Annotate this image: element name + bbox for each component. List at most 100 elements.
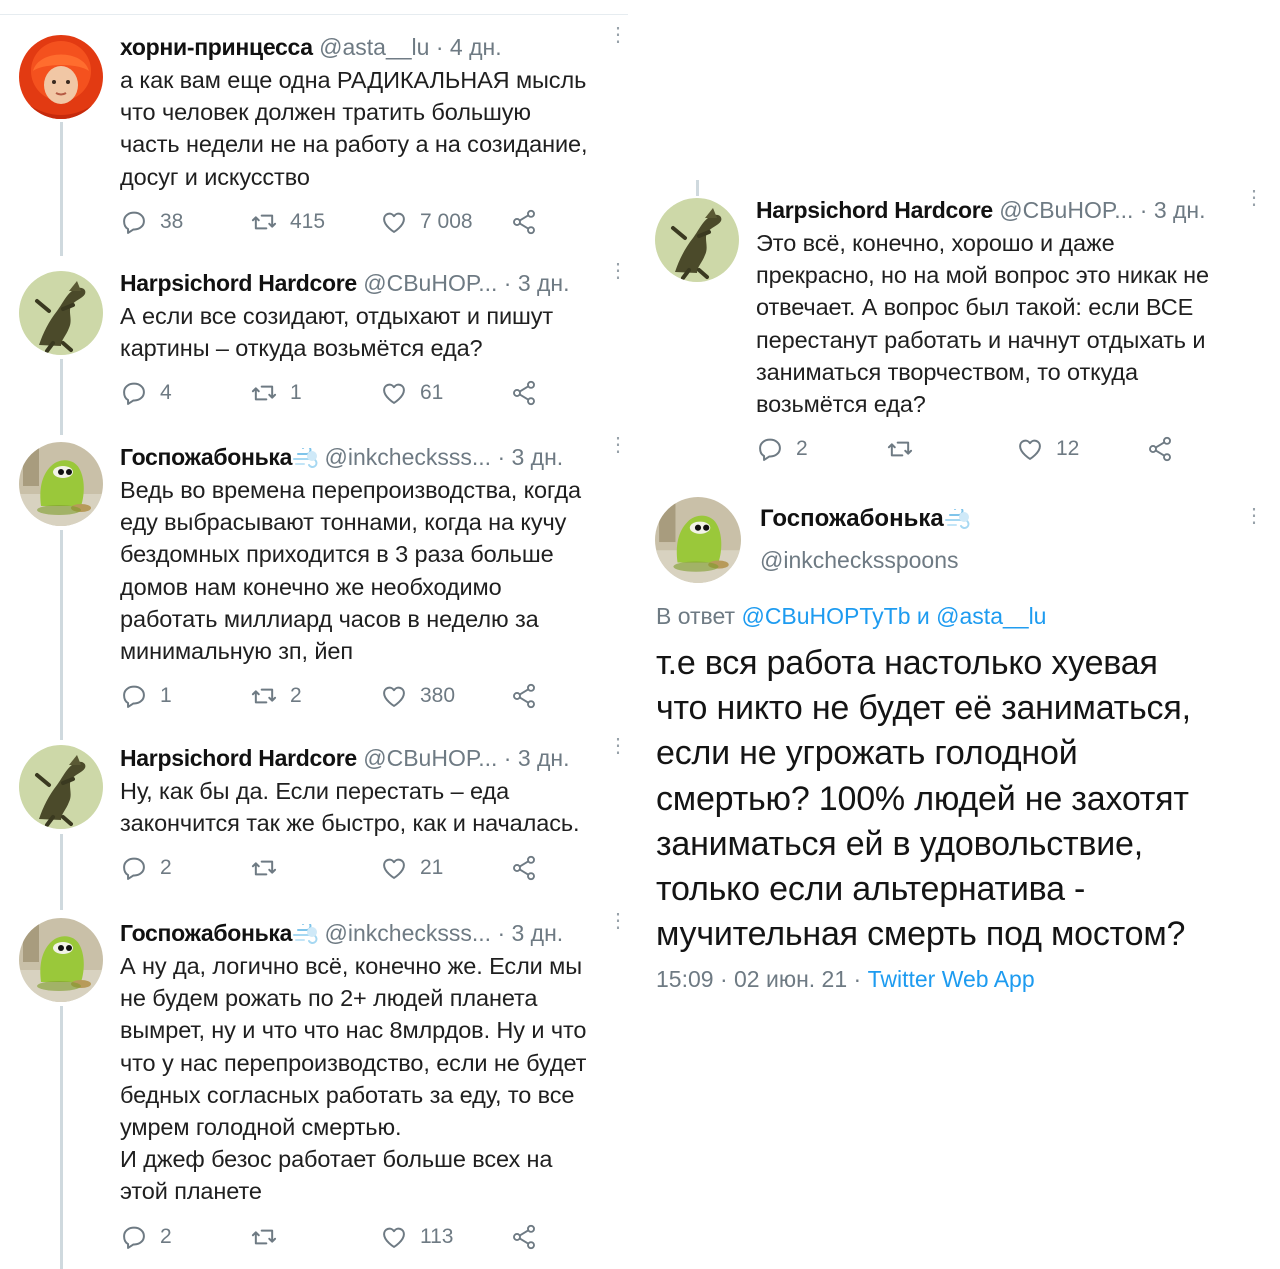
reply-button[interactable]: 2 xyxy=(120,1222,172,1252)
heart-icon xyxy=(380,1223,408,1251)
tweet-body: Госпожабонька @inkchecksss... · 3 дн. ⋮ … xyxy=(120,911,630,1252)
share-button[interactable] xyxy=(510,378,550,408)
user-name[interactable]: Госпожабонька xyxy=(120,444,292,470)
user-name[interactable]: Госпожабонька xyxy=(760,505,970,533)
reply-button[interactable]: 38 xyxy=(120,207,183,237)
like-button[interactable]: 113 xyxy=(380,1222,453,1252)
share-button[interactable] xyxy=(510,853,550,883)
tweet-body: Госпожабонька @inkchecksss... · 3 дн. ⋮ … xyxy=(120,435,630,711)
user-handle[interactable]: @inkchecksss... xyxy=(325,444,492,470)
avatar[interactable] xyxy=(655,198,739,282)
user-handle[interactable]: @СВuHOP... xyxy=(363,270,497,296)
more-options-icon[interactable]: ⋮ xyxy=(1244,188,1264,217)
tweet-timestamp: 15:09 · 02 июн. 21 · Twitter Web App xyxy=(656,966,1035,993)
dash-emoji-icon xyxy=(944,509,970,529)
tweet-body: хорни-принцесса @asta__lu · 4 дн. ⋮ а ка… xyxy=(120,25,630,237)
like-button[interactable]: 12 xyxy=(1016,434,1079,464)
retweet-button[interactable] xyxy=(250,1222,290,1252)
thread-column: хорни-принцесса @asta__lu · 4 дн. ⋮ а ка… xyxy=(0,0,632,1269)
reply-icon xyxy=(756,435,784,463)
like-button[interactable]: 21 xyxy=(380,853,443,883)
share-button[interactable] xyxy=(510,1222,550,1252)
user-handle[interactable]: @asta__lu xyxy=(319,34,429,60)
tweet-time[interactable]: · 3 дн. xyxy=(504,270,570,296)
retweet-button[interactable]: 2 xyxy=(250,681,302,711)
like-button[interactable]: 380 xyxy=(380,681,455,711)
share-button[interactable] xyxy=(510,681,550,711)
mention-link[interactable]: @СВuHOPTyTb xyxy=(741,603,910,629)
user-handle[interactable]: @inkchecksss... xyxy=(325,920,492,946)
retweet-count: 1 xyxy=(290,381,302,405)
tweet-time[interactable]: · 3 дн. xyxy=(497,444,563,470)
reply-count: 4 xyxy=(160,381,172,405)
retweet-count: 2 xyxy=(290,684,302,708)
user-name-text: Госпожабонька xyxy=(760,505,944,532)
thread-line xyxy=(60,834,63,910)
like-button[interactable]: 61 xyxy=(380,378,443,408)
like-count: 21 xyxy=(420,856,444,880)
retweet-button[interactable]: 415 xyxy=(250,207,325,237)
tweet-actions: 2 113 xyxy=(120,1222,630,1252)
tweet-time[interactable]: · 3 дн. xyxy=(1140,197,1206,223)
reply-button[interactable]: 1 xyxy=(120,681,172,711)
reply-button[interactable]: 2 xyxy=(120,853,172,883)
heart-icon xyxy=(1016,435,1044,463)
tweet-actions: 2 21 xyxy=(120,853,630,883)
tweet-text: Ну, как бы да. Если перестать – еда зако… xyxy=(120,778,580,837)
user-name[interactable]: Harpsichord Hardcore xyxy=(756,197,993,223)
tweet-actions: 1 2 380 xyxy=(120,681,630,711)
tweet-time[interactable]: · 3 дн. xyxy=(504,745,570,771)
like-button[interactable]: 7 008 xyxy=(380,207,473,237)
reply-icon xyxy=(120,682,148,710)
tweet-body: Harpsichord Hardcore @СВuHOP... · 3 дн. … xyxy=(120,736,630,883)
tweet-time[interactable]: · 4 дн. xyxy=(436,34,502,60)
user-name[interactable]: Harpsichord Hardcore xyxy=(120,745,357,771)
tweet-text: А если все созидают, отдыхают и пишут ка… xyxy=(120,303,554,362)
avatar[interactable] xyxy=(19,918,103,1002)
reply-count: 1 xyxy=(160,684,172,708)
user-name[interactable]: Harpsichord Hardcore xyxy=(120,270,357,296)
more-options-icon[interactable]: ⋮ xyxy=(608,736,628,765)
user-name[interactable]: Госпожабонька xyxy=(120,920,292,946)
tweet-actions: 2 12 xyxy=(756,434,1266,464)
share-button[interactable] xyxy=(510,207,550,237)
avatar[interactable] xyxy=(19,271,103,355)
user-handle[interactable]: @СВuHOP... xyxy=(363,745,497,771)
retweet-icon xyxy=(250,854,278,882)
reply-button[interactable]: 4 xyxy=(120,378,172,408)
retweet-button[interactable] xyxy=(250,853,290,883)
avatar[interactable] xyxy=(19,35,103,119)
reply-count: 2 xyxy=(796,437,808,461)
retweet-button[interactable]: 1 xyxy=(250,378,302,408)
retweet-icon xyxy=(250,682,278,710)
tweet-text: Это всё, конечно, хорошо и даже прекрасн… xyxy=(756,230,1210,418)
reply-button[interactable]: 2 xyxy=(756,434,808,464)
like-count: 113 xyxy=(420,1224,454,1248)
user-name[interactable]: хорни-принцесса xyxy=(120,34,313,60)
user-handle[interactable]: @СВuHOP... xyxy=(999,197,1133,223)
heart-icon xyxy=(380,854,408,882)
user-handle[interactable]: @inkchecksspoons xyxy=(760,547,959,574)
thread-line xyxy=(60,122,63,256)
client-link[interactable]: Twitter Web App xyxy=(868,966,1035,992)
avatar[interactable] xyxy=(655,497,741,583)
reply-icon xyxy=(120,854,148,882)
share-icon xyxy=(510,208,538,236)
more-options-icon[interactable]: ⋮ xyxy=(1244,506,1264,535)
more-options-icon[interactable]: ⋮ xyxy=(608,911,628,940)
reply-count: 2 xyxy=(160,1224,172,1248)
share-icon xyxy=(510,379,538,407)
more-options-icon[interactable]: ⋮ xyxy=(608,435,628,464)
tweet-time[interactable]: · 3 дн. xyxy=(497,920,563,946)
avatar[interactable] xyxy=(19,745,103,829)
mention-link[interactable]: @asta__lu xyxy=(936,603,1046,629)
more-options-icon[interactable]: ⋮ xyxy=(608,25,628,54)
divider xyxy=(0,14,628,15)
thread-line xyxy=(60,1006,63,1269)
timestamp-text[interactable]: 15:09 · 02 июн. 21 · xyxy=(656,966,861,992)
retweet-button[interactable] xyxy=(886,434,926,464)
share-button[interactable] xyxy=(1146,434,1186,464)
more-options-icon[interactable]: ⋮ xyxy=(608,261,628,290)
tweet-header: Госпожабонька @inkchecksss... · 3 дн. ⋮ xyxy=(120,911,630,948)
avatar[interactable] xyxy=(19,442,103,526)
